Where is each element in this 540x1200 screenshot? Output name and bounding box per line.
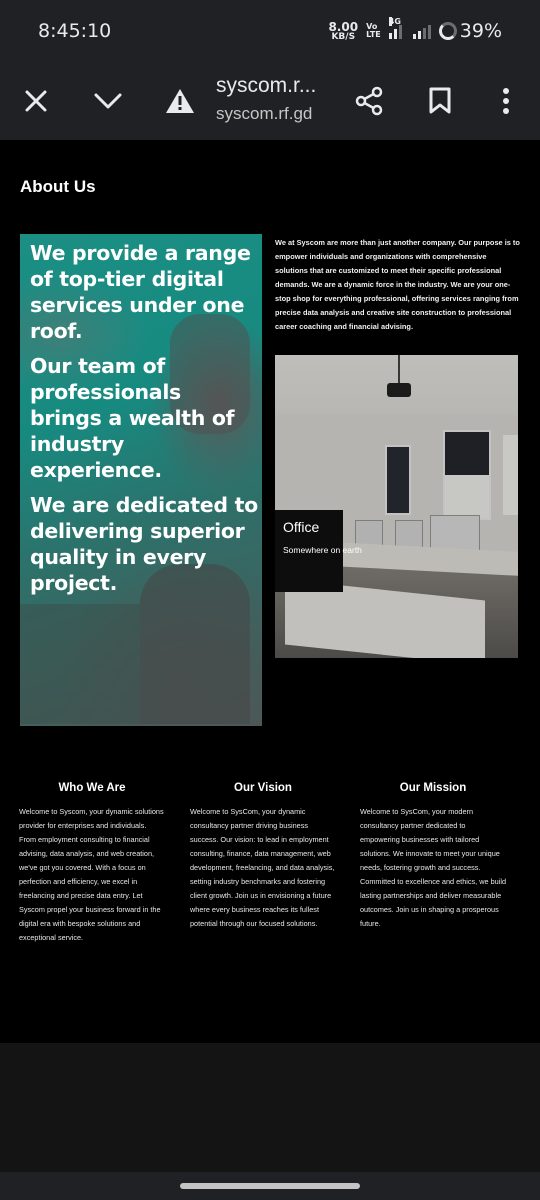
status-indicators: 8.00 KB/S Vo LTE 4G 39% — [328, 17, 502, 44]
bookmark-button[interactable] — [420, 81, 460, 121]
intro-paragraph: We at Syscom are more than just another … — [275, 238, 520, 331]
office-overlay — [275, 355, 518, 658]
volte-bottom: LTE — [366, 30, 381, 39]
site-security-button[interactable] — [160, 81, 200, 121]
page-url: syscom.rf.gd — [216, 104, 313, 123]
hero-background-shape — [20, 604, 140, 724]
status-bar: 8:45:10 8.00 KB/S Vo LTE 4G 39% — [0, 0, 540, 62]
hero-line: Our team of professionals brings a wealt… — [30, 354, 235, 482]
office-image-card: Office Somewhere on earth — [275, 355, 518, 658]
volte-icon: Vo LTE — [366, 23, 381, 39]
hero-panel: We provide a range of top-tier digital s… — [20, 234, 262, 726]
status-time: 8:45:10 — [38, 20, 112, 42]
close-icon — [25, 90, 47, 112]
signal-4g-icon: 4G — [388, 17, 405, 39]
network-speed-unit: KB/S — [331, 31, 356, 42]
office-caption: Office Somewhere on earth — [283, 519, 362, 555]
chevron-down-icon — [94, 93, 122, 109]
more-vert-icon — [503, 88, 509, 114]
page-footer — [0, 1043, 540, 1173]
more-options-button[interactable] — [486, 81, 526, 121]
our-mission-section: Our Mission Welcome to SysCom, your mode… — [360, 782, 506, 931]
office-title: Office — [283, 519, 320, 535]
column-body: Welcome to SysCom, your dynamic consulta… — [190, 807, 335, 928]
battery-icon — [438, 22, 457, 40]
about-heading: About Us — [20, 177, 96, 196]
network-speed-value: 8.00 — [328, 19, 359, 34]
hero-text: We provide a range of top-tier digital s… — [30, 240, 258, 605]
battery-indicator: 39% — [438, 20, 502, 42]
url-block[interactable]: syscom.r... syscom.rf.gd — [216, 74, 346, 124]
network-speed: 8.00 KB/S — [328, 21, 358, 42]
hero-line: We provide a range of top-tier digital s… — [30, 241, 251, 343]
share-icon — [355, 86, 383, 116]
signal-strength-icon — [412, 23, 431, 39]
battery-level: 39% — [459, 20, 502, 42]
gesture-handle[interactable] — [180, 1183, 360, 1189]
office-subtitle: Somewhere on earth — [283, 545, 362, 555]
hero-line: We are dedicated to delivering superior … — [30, 493, 258, 595]
collapse-button[interactable] — [88, 81, 128, 121]
column-title: Who We Are — [58, 782, 126, 794]
our-vision-section: Our Vision Welcome to SysCom, your dynam… — [190, 782, 336, 931]
close-button[interactable] — [16, 81, 56, 121]
bookmark-icon — [429, 87, 451, 114]
column-title: Our Mission — [399, 782, 467, 794]
column-title: Our Vision — [234, 782, 292, 794]
share-button[interactable] — [349, 81, 389, 121]
system-navigation-bar — [0, 1172, 540, 1200]
page-title: syscom.r... — [216, 74, 317, 97]
who-we-are-section: Who We Are Welcome to Syscom, your dynam… — [19, 782, 165, 945]
browser-toolbar: syscom.r... syscom.rf.gd — [0, 62, 540, 140]
column-body: Welcome to SysCom, your modern consultan… — [360, 807, 507, 928]
warning-icon — [166, 89, 194, 113]
column-body: Welcome to Syscom, your dynamic solution… — [19, 807, 164, 942]
signal-label: 4G — [388, 17, 401, 26]
